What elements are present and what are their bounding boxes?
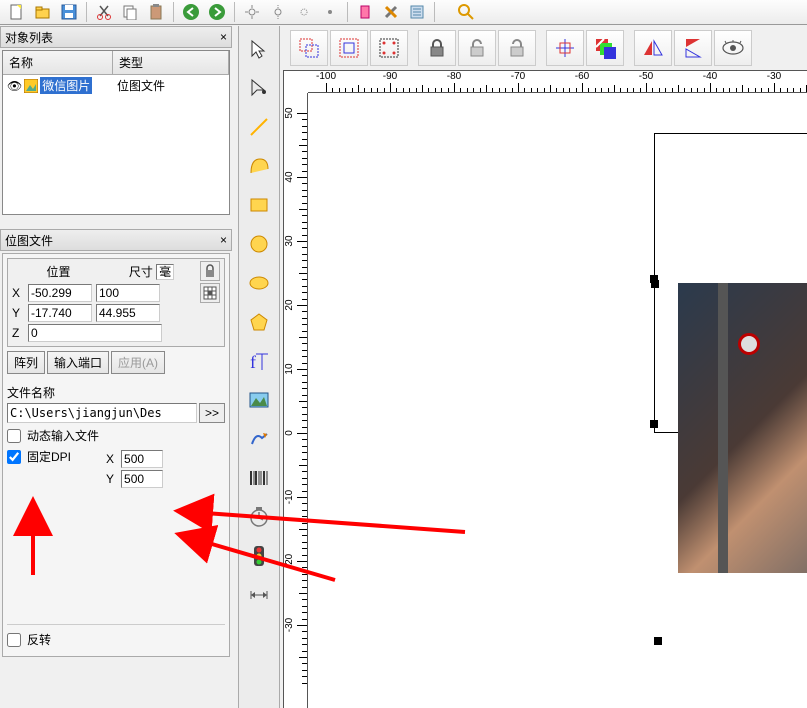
apply-button[interactable]: 应用(A) <box>111 351 165 374</box>
sel-mode1-button[interactable] <box>290 30 328 66</box>
mirror-v-button[interactable] <box>674 30 712 66</box>
rect-tool[interactable] <box>242 188 276 222</box>
undo-icon[interactable] <box>180 1 202 23</box>
paste-icon[interactable] <box>145 1 167 23</box>
mirror-h-button[interactable] <box>634 30 672 66</box>
sel-mode3-button[interactable] <box>370 30 408 66</box>
placed-image[interactable] <box>678 283 807 573</box>
y-input[interactable] <box>28 304 92 322</box>
bitmap-properties: 位置 尺寸 毫 X Y Z <box>2 253 230 657</box>
object-list-table: 名称 类型 👁 微信图片 位图文件 <box>2 50 230 215</box>
text-tool[interactable]: f <box>242 344 276 378</box>
file-path-input[interactable] <box>7 403 197 423</box>
fix-dpi-checkbox[interactable] <box>7 450 21 464</box>
zoom-icon[interactable] <box>455 1 477 23</box>
size-label: 尺寸 毫 <box>105 261 198 282</box>
pointer-tool[interactable] <box>242 32 276 66</box>
light4-icon[interactable] <box>319 1 341 23</box>
left-column: 对象列表 × 名称 类型 👁 微信图片 位图文件 位图文件 × 位置 <box>0 26 232 659</box>
anchor-grid-button[interactable] <box>200 283 220 303</box>
x-input[interactable] <box>28 284 92 302</box>
bitmap-icon <box>24 79 38 93</box>
preview-eye-button[interactable] <box>714 30 752 66</box>
resize-handle[interactable] <box>650 420 658 428</box>
workspace[interactable] <box>308 93 807 708</box>
object-list-header: 对象列表 × <box>0 26 232 48</box>
ellipse-tool[interactable] <box>242 266 276 300</box>
dpi-y-input[interactable] <box>121 470 163 488</box>
light1-icon[interactable] <box>241 1 263 23</box>
top-toolbar <box>0 0 807 25</box>
resize-handle[interactable] <box>650 275 658 283</box>
laser-icon[interactable] <box>354 1 376 23</box>
invert-checkbox[interactable] <box>7 633 21 647</box>
width-input[interactable] <box>96 284 160 302</box>
lock-closed-button[interactable] <box>418 30 456 66</box>
close-icon[interactable]: × <box>220 233 227 247</box>
position-label: 位置 <box>12 261 105 282</box>
new-doc-icon[interactable] <box>6 1 28 23</box>
resize-handle[interactable] <box>654 637 662 645</box>
polygon-tool[interactable] <box>242 305 276 339</box>
object-name: 微信图片 <box>40 77 92 94</box>
col-name-header[interactable]: 名称 <box>3 51 113 74</box>
light3-icon[interactable] <box>293 1 315 23</box>
open-icon[interactable] <box>32 1 54 23</box>
height-input[interactable] <box>96 304 160 322</box>
bitmap-panel-header: 位图文件 × <box>0 229 232 251</box>
redo-icon[interactable] <box>206 1 228 23</box>
circle-tool[interactable] <box>242 227 276 261</box>
line-tool[interactable] <box>242 110 276 144</box>
lock-open-button[interactable] <box>458 30 496 66</box>
svg-text:f: f <box>250 352 256 372</box>
bitmap-panel-title: 位图文件 <box>5 232 53 249</box>
cut-icon[interactable] <box>93 1 115 23</box>
tools-icon[interactable] <box>380 1 402 23</box>
array-button[interactable]: 阵列 <box>7 351 45 374</box>
z-label: Z <box>12 326 24 340</box>
y-label: Y <box>12 306 24 320</box>
second-toolbar <box>290 28 752 68</box>
ruler-horizontal[interactable]: -100-90-80-70-60-50-40-30 <box>308 71 807 93</box>
tool-palette: f <box>238 26 280 708</box>
align-button[interactable] <box>546 30 584 66</box>
layers-color-button[interactable] <box>586 30 624 66</box>
image-tool[interactable] <box>242 383 276 417</box>
dynamic-input-label: 动态输入文件 <box>27 427 99 444</box>
browse-button[interactable]: >> <box>199 403 225 423</box>
curve-tool[interactable] <box>242 149 276 183</box>
list-icon[interactable] <box>406 1 428 23</box>
invert-label: 反转 <box>27 631 51 648</box>
position-size-box: 位置 尺寸 毫 X Y Z <box>7 258 225 347</box>
sel-mode2-button[interactable] <box>330 30 368 66</box>
fix-dpi-label: 固定DPI <box>27 448 71 465</box>
dpi-y-label: Y <box>105 472 115 486</box>
object-list-title: 对象列表 <box>5 29 53 46</box>
eye-icon: 👁 <box>7 79 22 93</box>
dpi-x-input[interactable] <box>121 450 163 468</box>
dpi-x-label: X <box>105 452 115 466</box>
copy-icon[interactable] <box>119 1 141 23</box>
object-type: 位图文件 <box>117 77 165 94</box>
save-icon[interactable] <box>58 1 80 23</box>
node-tool[interactable] <box>242 71 276 105</box>
measure-tool[interactable] <box>242 578 276 612</box>
lock-open2-button[interactable] <box>498 30 536 66</box>
timer-tool[interactable] <box>242 500 276 534</box>
file-name-label: 文件名称 <box>7 384 225 401</box>
barcode-tool[interactable] <box>242 461 276 495</box>
col-type-header[interactable]: 类型 <box>113 51 229 74</box>
close-icon[interactable]: × <box>220 30 227 44</box>
light2-icon[interactable] <box>267 1 289 23</box>
dynamic-input-checkbox[interactable] <box>7 429 21 443</box>
canvas-area: -100-90-80-70-60-50-40-30 50403020100-10… <box>283 70 807 708</box>
z-input[interactable] <box>28 324 162 342</box>
vector-tool[interactable] <box>242 422 276 456</box>
table-row[interactable]: 👁 微信图片 位图文件 <box>3 75 229 96</box>
ioport-button[interactable]: 输入端口 <box>47 351 109 374</box>
lock-aspect-button[interactable] <box>200 261 220 281</box>
traffic-tool[interactable] <box>242 539 276 573</box>
ruler-vertical[interactable]: 50403020100-10-20-30 <box>284 93 308 708</box>
x-label: X <box>12 286 24 300</box>
